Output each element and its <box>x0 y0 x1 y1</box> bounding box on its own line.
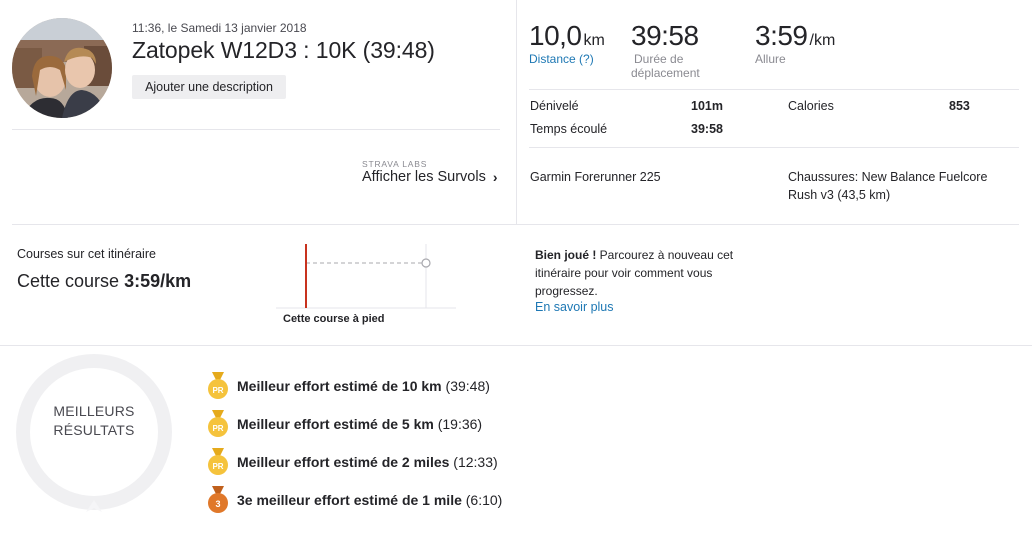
avatar[interactable] <box>12 18 112 118</box>
distance-help-link[interactable]: Distance (?) <box>529 52 605 66</box>
tip-bold: Bien joué ! <box>535 248 597 262</box>
header-left-divider <box>12 129 500 130</box>
stats-divider-1 <box>529 89 1019 90</box>
moving-time-label-1: Durée de <box>634 52 684 66</box>
route-tip: Bien joué ! Parcourez à nouveau cet itin… <box>535 246 760 300</box>
pr-medal-icon: PR <box>208 410 228 437</box>
route-comparison-graph <box>276 244 456 309</box>
medal-text: PR <box>212 462 223 471</box>
flyby-link[interactable]: Afficher les Survols › <box>362 169 498 185</box>
shoes-info: Chaussures: New Balance Fuelcore Rush v3… <box>788 168 987 204</box>
header-bottom-divider <box>12 224 1019 225</box>
flyby-label: Afficher les Survols <box>362 169 486 185</box>
pr-medal-icon: PR <box>208 448 228 475</box>
activity-title: Zatopek W12D3 : 10K (39:48) <box>132 37 435 63</box>
achievement-time: (39:48) <box>445 378 490 394</box>
achievement-time: (12:33) <box>453 454 498 470</box>
elapsed-label: Temps écoulé <box>530 122 608 136</box>
achievement-label: Meilleur effort estimé de 10 km <box>237 378 442 394</box>
route-pace-value: 3:59/km <box>124 271 192 291</box>
achievement-label: Meilleur effort estimé de 5 km <box>237 416 434 432</box>
moving-time-label-2: déplacement <box>631 66 700 80</box>
route-pace: Cette course 3:59/km <box>17 271 191 292</box>
stat-distance: 10,0 km Distance (?) <box>529 20 605 66</box>
elevation-value: 101m <box>691 99 723 113</box>
elapsed-value: 39:58 <box>691 122 723 136</box>
distance-unit: km <box>583 32 605 49</box>
route-bottom-divider <box>0 345 1032 346</box>
achievement-item: PR Meilleur effort estimé de 2 miles (12… <box>207 448 498 476</box>
best-results-line-1: MEILLEURS <box>53 403 135 419</box>
medal-text: PR <box>212 424 223 433</box>
add-description-button[interactable]: Ajouter une description <box>132 75 286 99</box>
medal-text: 3 <box>215 499 220 509</box>
distance-value: 10,0 <box>529 20 582 51</box>
stats-divider-2 <box>529 147 1019 148</box>
pace-label: Allure <box>755 52 786 66</box>
pr-medal-icon: PR <box>208 372 228 399</box>
shoes-line-1: Chaussures: New Balance Fuelcore <box>788 170 988 184</box>
stat-moving-time: 39:58 Durée de déplacement <box>631 20 700 80</box>
activity-datetime: 11:36, le Samedi 13 janvier 2018 <box>132 21 307 35</box>
elevation-label: Dénivelé <box>530 99 579 113</box>
strava-labs-label: STRAVA LABS <box>362 159 428 169</box>
route-pace-prefix: Cette course <box>17 271 120 291</box>
chevron-right-icon: › <box>492 169 498 185</box>
pace-value: 3:59 <box>755 20 808 51</box>
best-results-line-2: RÉSULTATS <box>53 422 135 438</box>
best-results-heading: MEILLEURS RÉSULTATS <box>42 402 146 440</box>
route-title: Courses sur cet itinéraire <box>17 247 156 261</box>
graph-label: Cette course à pied <box>283 313 385 325</box>
medal-text: PR <box>212 386 223 395</box>
learn-more-link[interactable]: En savoir plus <box>535 300 614 314</box>
header-divider-vertical <box>516 0 517 224</box>
shoes-line-2: Rush v3 (43,5 km) <box>788 188 891 202</box>
bronze-medal-icon: 3 <box>208 486 228 513</box>
achievement-item: 3 3e meilleur effort estimé de 1 mile (6… <box>207 486 502 514</box>
calories-label: Calories <box>788 99 834 113</box>
achievement-label: 3e meilleur effort estimé de 1 mile <box>237 492 462 508</box>
moving-time-value: 39:58 <box>631 20 699 51</box>
achievement-item: PR Meilleur effort estimé de 5 km (19:36… <box>207 410 482 438</box>
achievement-time: (19:36) <box>437 416 483 432</box>
pace-unit: /km <box>809 32 836 49</box>
achievement-time: (6:10) <box>465 492 503 508</box>
achievement-label: Meilleur effort estimé de 2 miles <box>237 454 450 470</box>
graph-point <box>421 258 431 268</box>
device-name: Garmin Forerunner 225 <box>530 170 661 184</box>
stat-pace: 3:59/km Allure <box>755 20 835 66</box>
achievement-item: PR Meilleur effort estimé de 10 km (39:4… <box>207 372 490 400</box>
calories-value: 853 <box>949 99 970 113</box>
